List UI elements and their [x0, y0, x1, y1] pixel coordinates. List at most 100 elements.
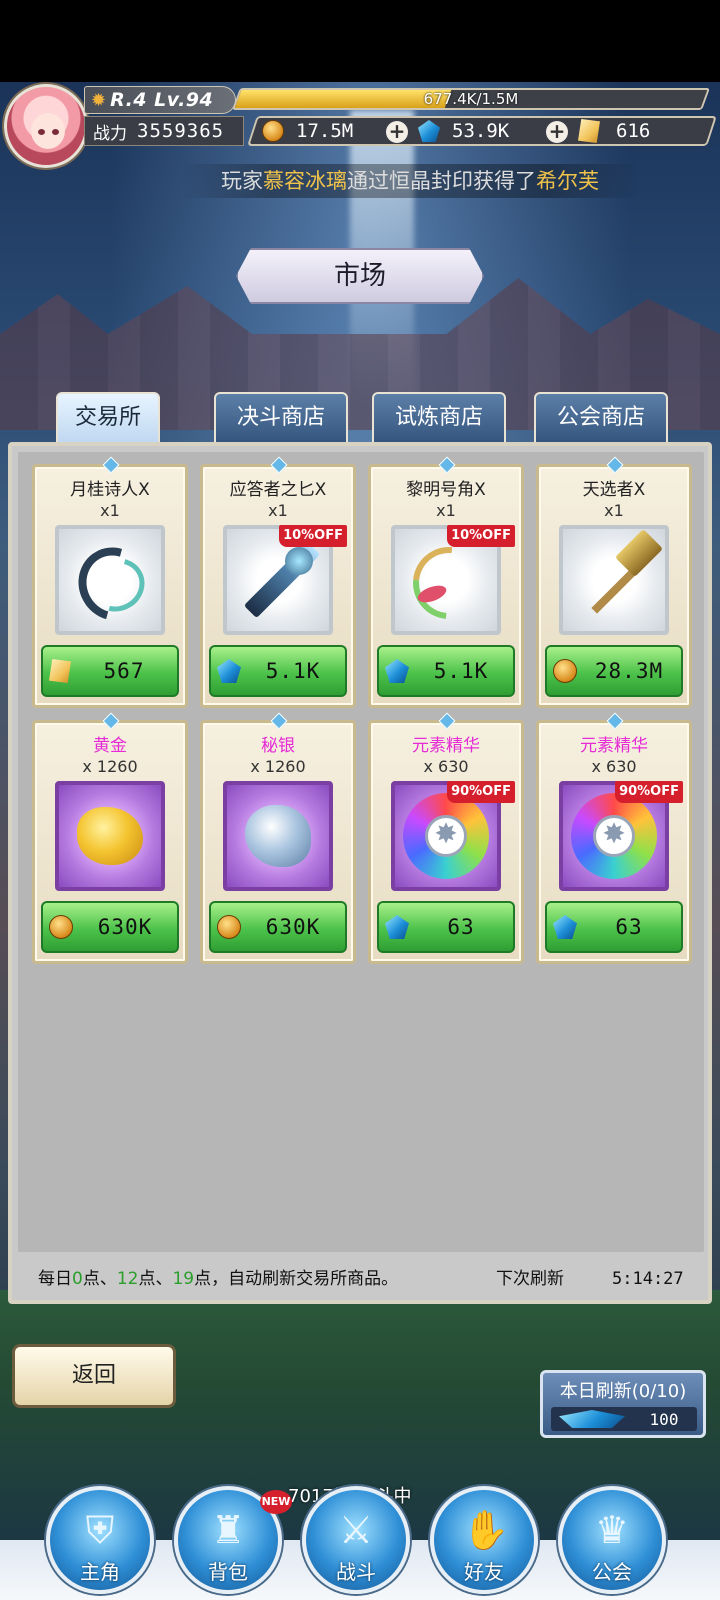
nav-label: 好友 [464, 1560, 504, 1584]
item-card[interactable]: 黎明号角X x1 10%OFF 5.1K [368, 456, 524, 708]
tab-guild-shop[interactable]: 公会商店 [534, 392, 668, 444]
item-qty: x 1260 [250, 757, 306, 776]
backpack-icon: ♜ [210, 1508, 246, 1552]
nav-label: 主角 [80, 1560, 120, 1584]
item-price: 5.1K [433, 659, 489, 683]
gold-coin-icon [49, 915, 73, 939]
diamond-value: 53.9K [452, 120, 510, 142]
hammer-icon [614, 528, 664, 578]
item-card[interactable]: 应答者之匕X x1 10%OFF 5.1K [200, 456, 356, 708]
daily-refresh-button[interactable]: 本日刷新(0/10) 100 [540, 1370, 706, 1438]
buy-button[interactable]: 5.1K [377, 645, 515, 697]
avatar-eye [38, 129, 45, 135]
item-qty: x 1260 [82, 757, 138, 776]
discount-badge: 10%OFF [447, 525, 515, 547]
refresh-info-text: 点、 [138, 1269, 173, 1289]
star-icon: ✸ [602, 817, 626, 850]
diamond-icon [559, 1410, 625, 1428]
item-name: 黄金 [93, 736, 127, 756]
currency-diamond: 53.9K [418, 117, 509, 145]
refresh-info-text: 每日 [38, 1269, 72, 1289]
discount-badge: 90%OFF [615, 781, 683, 803]
power-value: 3559365 [137, 120, 225, 142]
item-qty: x1 [268, 501, 288, 520]
item-qty: x1 [604, 501, 624, 520]
notice-middle: 通过恒晶封印获得了 [347, 169, 536, 193]
tab-duel-shop[interactable]: 决斗商店 [214, 392, 348, 444]
buy-button[interactable]: 630K [41, 901, 179, 953]
crossed-swords-icon: ⚔ [338, 1508, 374, 1552]
diamond-icon [418, 120, 440, 142]
discount-badge: 10%OFF [279, 525, 347, 547]
buy-button[interactable]: 63 [377, 901, 515, 953]
refresh-cost-value: 100 [649, 1409, 679, 1429]
nav-label: 背包 [208, 1560, 248, 1584]
item-price: 5.1K [265, 659, 321, 683]
notice-reward: 希尔芙 [536, 169, 599, 193]
item-card[interactable]: 月桂诗人X x1 567 [32, 456, 188, 708]
item-image [223, 781, 333, 891]
tab-exchange[interactable]: 交易所 [56, 392, 160, 448]
item-price: 630K [97, 915, 153, 939]
gold-value: 17.5M [296, 120, 354, 142]
rank-gear-icon: ✹ [91, 89, 107, 111]
next-refresh-timer: 5:14:27 [612, 1269, 684, 1289]
item-name: 秘银 [261, 736, 295, 756]
diamond-icon [385, 659, 409, 683]
status-bar-area [0, 0, 720, 82]
star-icon: ✸ [434, 817, 458, 850]
add-diamond-button[interactable]: + [546, 121, 568, 143]
next-refresh-label: 下次刷新 [496, 1269, 564, 1289]
item-card[interactable]: 天选者X x1 28.3M [536, 456, 692, 708]
item-card[interactable]: 元素精华 x 630 ✸ 90%OFF 63 [368, 712, 524, 964]
item-price: 567 [103, 659, 145, 683]
nav-battle[interactable]: ⚔ 战斗 [302, 1486, 410, 1594]
mithril-ore-icon [245, 805, 311, 867]
buy-button[interactable]: 63 [545, 901, 683, 953]
daily-refresh-cost: 100 [551, 1407, 697, 1431]
item-name: 黎明号角X [406, 480, 486, 500]
player-avatar[interactable] [4, 84, 88, 168]
avatar-face [31, 113, 65, 149]
item-price: 630K [265, 915, 321, 939]
buy-button[interactable]: 567 [41, 645, 179, 697]
item-qty: x1 [436, 501, 456, 520]
nav-guild[interactable]: ♛ 公会 [558, 1486, 666, 1594]
item-card[interactable]: 秘银 x 1260 630K [200, 712, 356, 964]
item-price: 63 [615, 915, 643, 939]
nav-label: 公会 [592, 1560, 632, 1584]
add-gold-button[interactable]: + [386, 121, 408, 143]
daily-refresh-label: 本日刷新(0/10) [559, 1381, 687, 1402]
diamond-icon [217, 659, 241, 683]
gold-coin-icon [217, 915, 241, 939]
buy-button[interactable]: 5.1K [209, 645, 347, 697]
dagger-hilt-icon [285, 547, 313, 575]
nav-label: 战斗 [336, 1560, 376, 1584]
exp-text: 677.4K/1.5M [423, 90, 519, 108]
tab-trial-shop[interactable]: 试炼商店 [372, 392, 506, 444]
buy-button[interactable]: 630K [209, 901, 347, 953]
item-image [55, 525, 165, 635]
item-qty: x1 [100, 501, 120, 520]
item-card[interactable]: 元素精华 x 630 ✸ 90%OFF 63 [536, 712, 692, 964]
back-button[interactable]: 返回 [12, 1344, 176, 1408]
item-name: 元素精华 [580, 736, 648, 756]
refresh-hour: 0 [72, 1269, 83, 1289]
combat-power: 战力 3559365 [84, 116, 244, 146]
refresh-hour: 12 [116, 1269, 139, 1289]
item-card[interactable]: 黄金 x 1260 630K [32, 712, 188, 964]
item-price: 63 [447, 915, 475, 939]
nav-hero[interactable]: ⛨ 主角 [46, 1486, 154, 1594]
discount-badge: 90%OFF [447, 781, 515, 803]
item-name: 天选者X [582, 480, 646, 500]
notice-player: 慕容冰璃 [263, 169, 347, 193]
buy-button[interactable]: 28.3M [545, 645, 683, 697]
nav-friends[interactable]: ✋ 好友 [430, 1486, 538, 1594]
gold-coin-icon [553, 659, 577, 683]
horn-bow-icon [398, 532, 500, 634]
knight-helmet-icon: ⛨ [85, 1508, 115, 1552]
rank-level-text: R.4 Lv.94 [110, 89, 214, 111]
level-display: ✹ R.4 Lv.94 [84, 86, 236, 114]
diamond-icon [385, 915, 409, 939]
item-image [559, 525, 669, 635]
